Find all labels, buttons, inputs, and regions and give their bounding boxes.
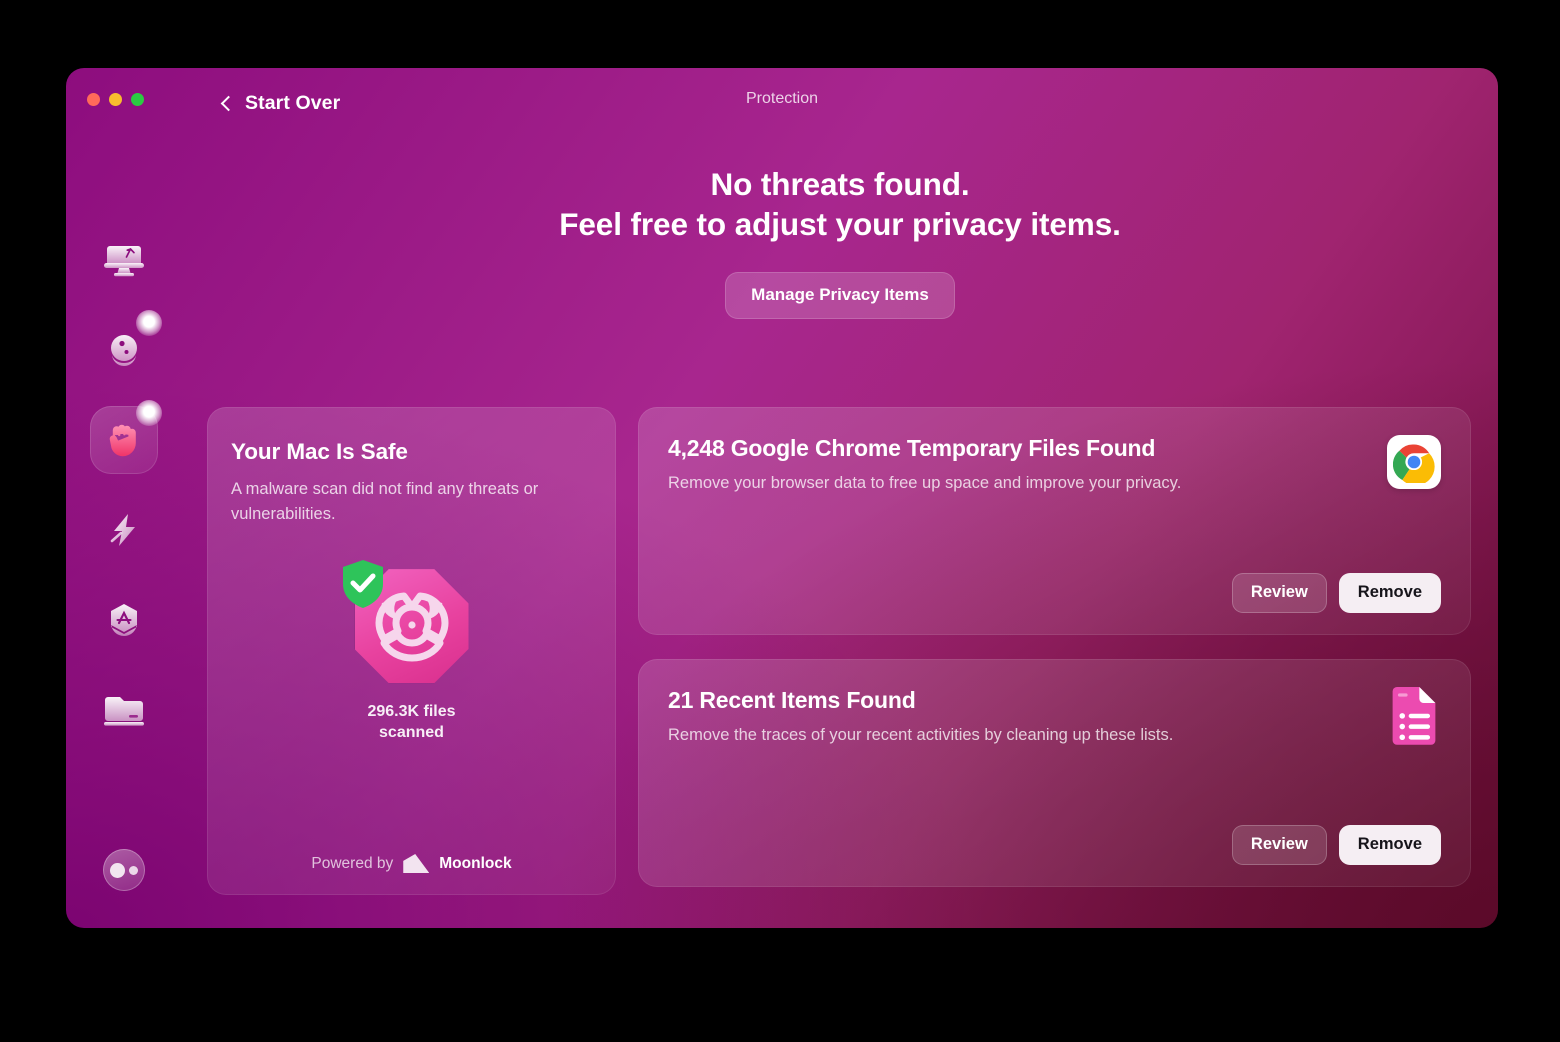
- document-list-glyph: [1392, 687, 1436, 745]
- recent-items-card-actions: Review Remove: [668, 825, 1441, 865]
- hero-line-2: Feel free to adjust your privacy items.: [559, 206, 1121, 243]
- scan-count-line-2: scanned: [379, 723, 444, 741]
- recent-items-review-button[interactable]: Review: [1231, 825, 1327, 865]
- content-area: Your Mac Is Safe A malware scan did not …: [207, 407, 1471, 895]
- page-title: Protection: [745, 90, 819, 107]
- powered-by-footer: Powered by Moonlock: [311, 854, 512, 873]
- sidebar-item-performance[interactable]: [90, 496, 158, 564]
- avatar-dot-large: [110, 862, 125, 878]
- lightning-icon: [110, 514, 135, 546]
- chrome-card-description: Remove your browser data to free up spac…: [668, 474, 1182, 492]
- safe-card-header: Your Mac Is Safe A malware scan did not …: [231, 439, 592, 527]
- chrome-card-actions: Review Remove: [668, 573, 1441, 613]
- recent-items-card: 21 Recent Items Found Remove the traces …: [638, 659, 1471, 887]
- hero-section: No threats found. Feel free to adjust yo…: [182, 164, 1498, 319]
- avatar-dot-small: [129, 865, 138, 875]
- manage-privacy-items-button[interactable]: Manage Privacy Items: [725, 271, 955, 319]
- sidebar-item-applications[interactable]: [90, 586, 158, 654]
- green-check-shield-icon: [342, 560, 383, 609]
- safe-card-title: Your Mac Is Safe: [231, 439, 408, 464]
- safe-card-description: A malware scan did not find any threats …: [231, 480, 539, 524]
- item-cards-column: 4,248 Google Chrome Temporary Files Foun…: [638, 407, 1471, 895]
- sidebar-items: [90, 226, 162, 744]
- account-avatar[interactable]: [103, 849, 145, 891]
- hand-icon: [109, 424, 136, 457]
- app-window: Start Over Protection No threats found. …: [66, 68, 1498, 928]
- recent-items-card-title: 21 Recent Items Found: [668, 687, 916, 713]
- chrome-card-title: 4,248 Google Chrome Temporary Files Foun…: [668, 435, 1156, 461]
- sidebar-item-protection[interactable]: [90, 400, 162, 474]
- chrome-temp-files-card: 4,248 Google Chrome Temporary Files Foun…: [638, 407, 1471, 635]
- monitor-icon: [104, 246, 144, 277]
- recent-items-remove-button[interactable]: Remove: [1338, 825, 1441, 865]
- hexagon-tools-icon: [111, 604, 137, 636]
- moonlock-brand-label: Moonlock: [439, 854, 512, 872]
- sidebar-item-cleanup[interactable]: [90, 310, 162, 384]
- scan-count: 296.3K files scanned: [367, 702, 455, 744]
- powered-by-prefix: Powered by: [311, 854, 394, 872]
- sidebar-item-smart-scan[interactable]: [90, 226, 158, 294]
- droplet-icon: [111, 335, 137, 366]
- cards-grid: Your Mac Is Safe A malware scan did not …: [207, 407, 1471, 895]
- chrome-tile: [1387, 435, 1441, 489]
- chrome-logo-glyph: [1393, 444, 1435, 483]
- mac-safe-card: Your Mac Is Safe A malware scan did not …: [207, 407, 616, 895]
- recent-items-card-description: Remove the traces of your recent activit…: [668, 726, 1174, 744]
- folder-icon: [104, 697, 144, 726]
- moonlock-logo-icon: [403, 854, 430, 873]
- scan-count-line-1: 296.3K files: [367, 703, 456, 721]
- notification-badge: [136, 310, 162, 336]
- sidebar-item-my-clutter[interactable]: [90, 676, 158, 744]
- recent-items-document-icon: [1387, 687, 1441, 745]
- biohazard-shield-icon: [342, 560, 469, 684]
- hero-line-1: No threats found.: [710, 166, 970, 202]
- sidebar: [66, 138, 182, 928]
- google-chrome-icon: [1387, 435, 1441, 489]
- chrome-review-button[interactable]: Review: [1231, 573, 1327, 613]
- chrome-remove-button[interactable]: Remove: [1338, 573, 1441, 613]
- titlebar: Start Over Protection: [66, 68, 1498, 138]
- hero-heading: No threats found. Feel free to adjust yo…: [182, 164, 1498, 245]
- notification-badge: [136, 400, 162, 426]
